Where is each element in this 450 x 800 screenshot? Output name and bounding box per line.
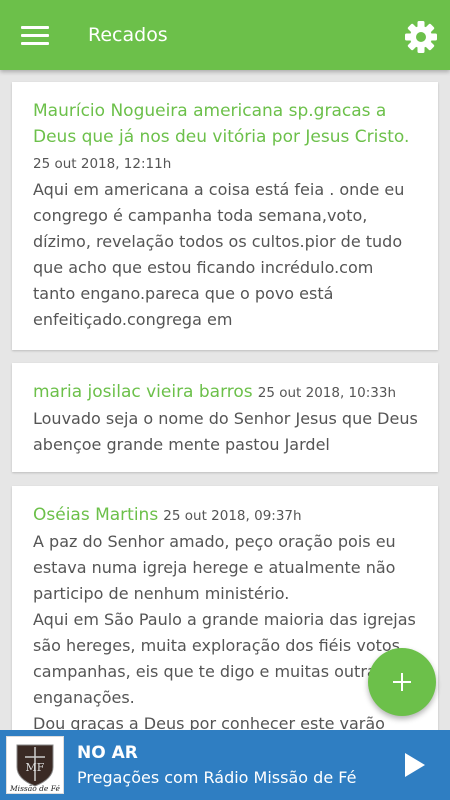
message-date: 25 out 2018, 09:37h xyxy=(163,508,302,524)
page-title: Recados xyxy=(88,24,168,46)
message-date: 25 out 2018, 12:11h xyxy=(33,156,172,172)
message-body: A paz do Senhor amado, peço oração pois … xyxy=(33,532,416,730)
message-body: Aqui em americana a coisa está feia . on… xyxy=(33,180,405,329)
logo-text: Missão de Fé xyxy=(9,784,61,793)
app-bar: Recados xyxy=(0,0,450,70)
menu-icon[interactable] xyxy=(21,24,49,46)
radio-logo: MF Missão de Fé xyxy=(6,736,64,794)
message-card[interactable]: Maurício Nogueira americana sp.gracas a … xyxy=(12,82,438,350)
program-title: Pregações com Rádio Missão de Fé xyxy=(77,768,357,787)
message-author: maria josilac vieira barros xyxy=(33,382,253,402)
messages-list[interactable]: Maurício Nogueira americana sp.gracas a … xyxy=(0,70,450,730)
logo-monogram: MF xyxy=(26,761,45,774)
message-author: Oséias Martins xyxy=(33,505,159,525)
live-label: NO AR xyxy=(77,743,138,763)
message-card[interactable]: maria josilac vieira barros 25 out 2018,… xyxy=(12,363,438,472)
add-message-button[interactable] xyxy=(368,648,436,716)
radio-player-bar[interactable]: MF Missão de Fé NO AR Pregações com Rádi… xyxy=(0,730,450,800)
message-body: Louvado seja o nome do Senhor Jesus que … xyxy=(33,409,418,454)
play-icon[interactable] xyxy=(403,752,427,778)
message-date: 25 out 2018, 10:33h xyxy=(257,385,397,401)
gear-icon[interactable] xyxy=(404,20,438,54)
message-author: Maurício Nogueira americana sp.gracas a … xyxy=(33,101,410,147)
